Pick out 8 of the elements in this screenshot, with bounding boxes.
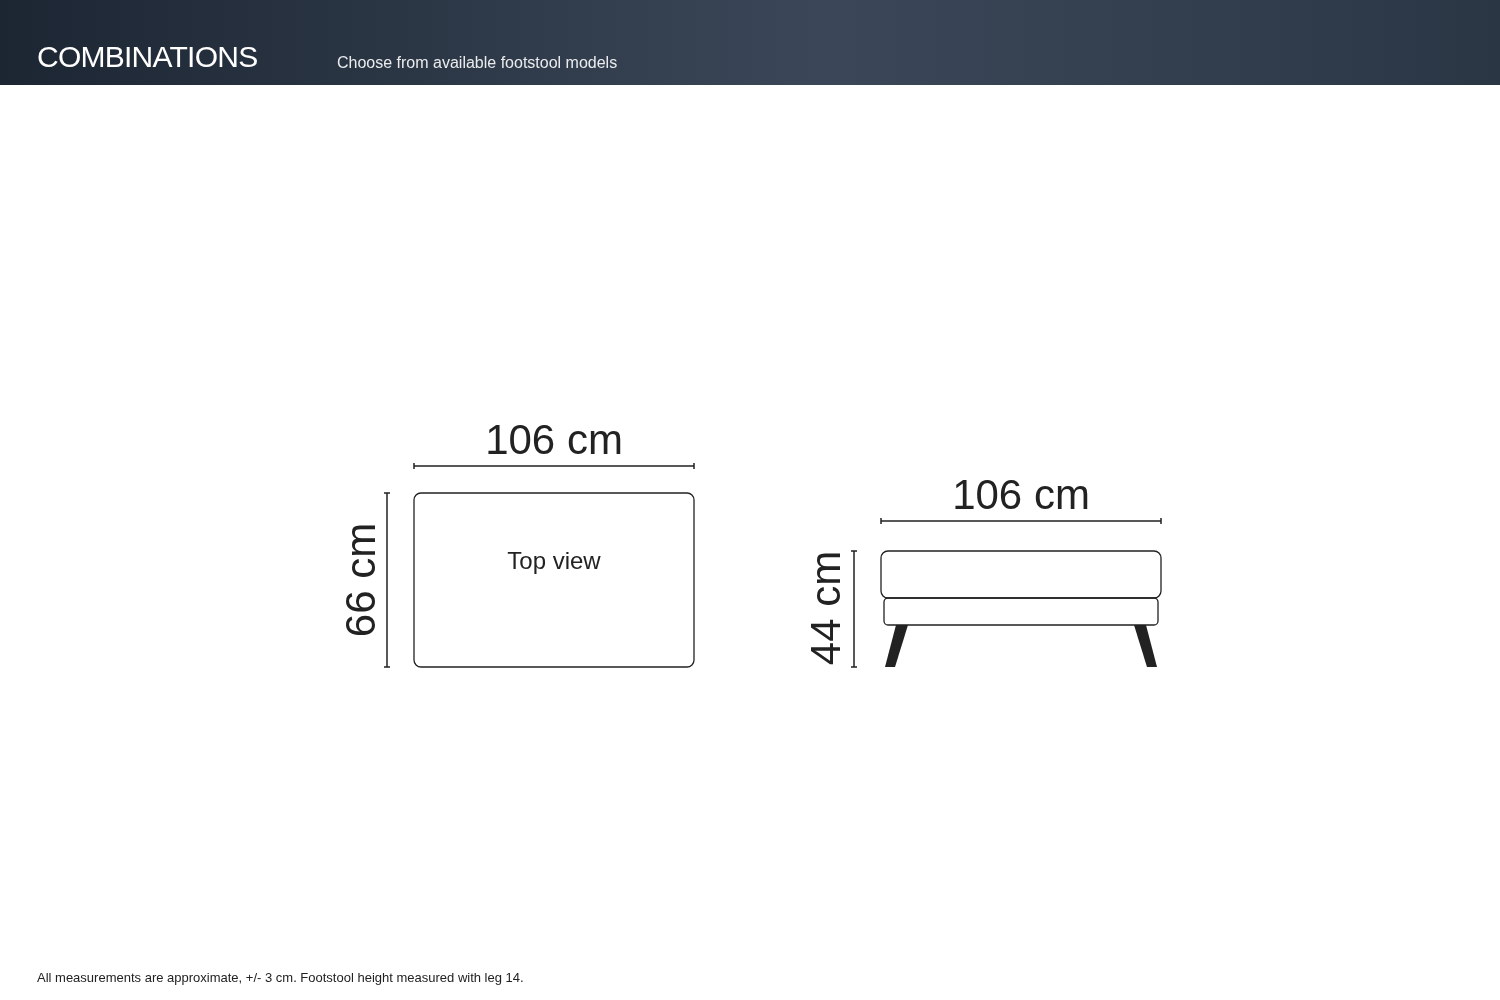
dimension-label: 106 cm <box>485 419 623 461</box>
top-view-caption: Top view <box>506 546 602 576</box>
page-subtitle: Choose from available footstool models <box>337 55 618 71</box>
page-title: COMBINATIONS <box>37 42 259 72</box>
dimension-label: 106 cm <box>952 474 1090 516</box>
footnote: All measurements are approximate, +/- 3 cm. Footstool height measured with leg 14. <box>37 969 524 987</box>
dimension-label: 44 cm <box>805 550 847 666</box>
dimension-label: 66 cm <box>340 522 382 638</box>
